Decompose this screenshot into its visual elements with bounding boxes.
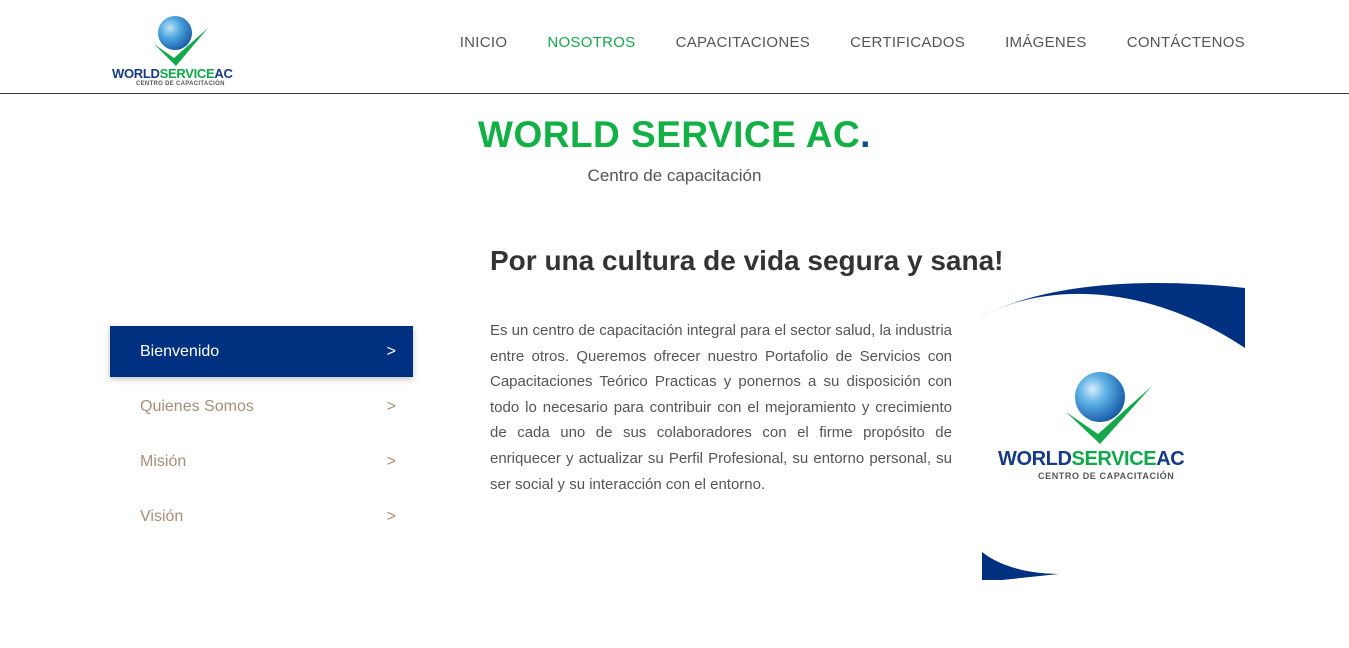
- nav-contactenos[interactable]: CONTÁCTENOS: [1127, 34, 1245, 51]
- tab-label: Visión: [140, 507, 184, 525]
- brand-image: WORLDSERVICEAC CENTRO DE CAPACITACIÓN: [982, 278, 1245, 582]
- nav-capacitaciones[interactable]: CAPACITACIONES: [676, 34, 811, 51]
- page-title: WORLD SERVICE AC.: [0, 114, 1349, 156]
- tab-label: Misión: [140, 452, 187, 470]
- tab-vision[interactable]: Visión >: [110, 491, 413, 542]
- main-nav: INICIO NOSOTROS CAPACITACIONES CERTIFICA…: [420, 34, 1245, 51]
- logo-brand-service: SERVICE: [159, 66, 215, 81]
- content-paragraph: Es un centro de capacitación integral pa…: [490, 322, 952, 493]
- nav-inicio[interactable]: INICIO: [460, 34, 508, 51]
- nav-imagenes[interactable]: IMÁGENES: [1005, 34, 1087, 51]
- tab-mision[interactable]: Misión >: [110, 436, 413, 487]
- site-logo[interactable]: WORLDSERVICEAC CENTRO DE CAPACITACIÓN: [110, 14, 250, 90]
- tab-bienvenido[interactable]: Bienvenido >: [110, 326, 413, 377]
- brand-service: SERVICE: [1071, 448, 1157, 470]
- chevron-right-icon: >: [386, 342, 396, 360]
- chevron-right-icon: >: [386, 452, 396, 470]
- logo-subtitle: CENTRO DE CAPACITACIÓN: [136, 81, 225, 87]
- brand-logo-large: WORLDSERVICEAC CENTRO DE CAPACITACIÓN: [998, 370, 1228, 485]
- brand-logo-subtitle: CENTRO DE CAPACITACIÓN: [1038, 471, 1175, 481]
- brand-ac: AC: [1156, 448, 1185, 470]
- page-title-dot: .: [860, 114, 871, 155]
- page-subtitle: Centro de capacitación: [587, 166, 762, 185]
- chevron-right-icon: >: [386, 397, 396, 415]
- tab-label: Bienvenido: [140, 342, 220, 360]
- nav-certificados[interactable]: CERTIFICADOS: [850, 34, 965, 51]
- page-title-text: WORLD SERVICE AC: [478, 114, 861, 155]
- logo-brand-text: WORLDSERVICEAC: [112, 66, 233, 81]
- site-header: WORLDSERVICEAC CENTRO DE CAPACITACIÓN IN…: [0, 0, 1349, 94]
- tab-label: Quienes Somos: [140, 397, 254, 415]
- logo-brand-world: WORLD: [112, 66, 160, 81]
- brand-world: WORLD: [998, 448, 1072, 470]
- brand-logo-text: WORLDSERVICEAC: [998, 448, 1185, 471]
- content-heading: Por una cultura de vida segura y sana!: [490, 245, 1004, 276]
- chevron-right-icon: >: [386, 507, 396, 525]
- section-tabs: Bienvenido > Quienes Somos > Misión > Vi…: [110, 326, 413, 546]
- logo-brand-ac: AC: [214, 66, 233, 81]
- checkmark-icon: [1066, 386, 1152, 444]
- nav-nosotros[interactable]: NOSOTROS: [547, 34, 635, 51]
- tab-quienes-somos[interactable]: Quienes Somos >: [110, 381, 413, 432]
- checkmark-icon: [154, 28, 208, 66]
